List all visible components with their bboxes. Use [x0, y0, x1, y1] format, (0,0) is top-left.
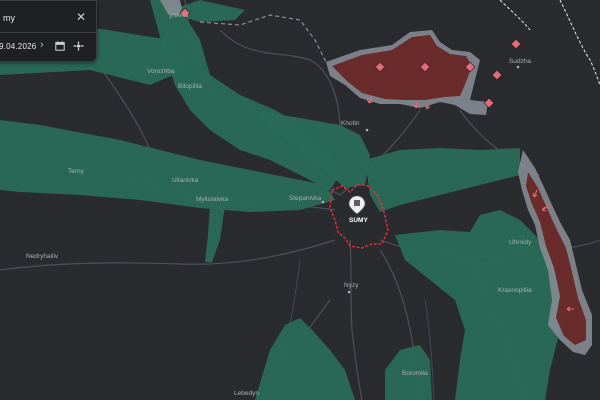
settlement-dot: [365, 128, 369, 132]
label-ulianivka: Ulianivka: [172, 177, 199, 184]
search-panel: my ✕ 9.04.2026 ›: [0, 0, 97, 62]
label-nedryhailiv: Nedryhailiv: [26, 253, 59, 260]
label-mykolaivka: Mykolaivka: [196, 196, 229, 203]
label-bilopillia: Bilopillia: [178, 83, 202, 90]
label-uhroidy: Uhroidy: [509, 239, 532, 246]
label-stepanivka: Stepanivka: [289, 195, 322, 202]
label-khotin: Khotin: [341, 120, 360, 127]
timeline-icon[interactable]: [73, 41, 84, 51]
label-lebedyn: Lebedyn: [234, 390, 259, 397]
label-vorozhba: Vorozhba: [147, 68, 175, 75]
settlement-dot: [347, 290, 351, 294]
date-field[interactable]: 9.04.2026: [0, 42, 36, 51]
settlement-dot: [516, 65, 520, 69]
label-krasnopillia: Krasnopillia: [498, 287, 532, 294]
panel-divider: [0, 32, 96, 33]
label-sumy: SUMY: [349, 217, 368, 224]
label-terny: Terny: [68, 168, 85, 175]
label-yurivka: yrovka: [169, 12, 189, 19]
chevron-right-icon[interactable]: ›: [40, 39, 44, 51]
search-input[interactable]: my: [3, 13, 15, 23]
settlement-dot: [321, 200, 325, 204]
calendar-icon[interactable]: [55, 41, 65, 51]
building-icon: [354, 200, 360, 206]
label-sudzha: Sudzha: [509, 58, 531, 65]
close-icon[interactable]: ✕: [76, 11, 86, 23]
label-boromlia: Boromlia: [402, 370, 428, 377]
label-nyzy: Nyzy: [344, 282, 359, 289]
